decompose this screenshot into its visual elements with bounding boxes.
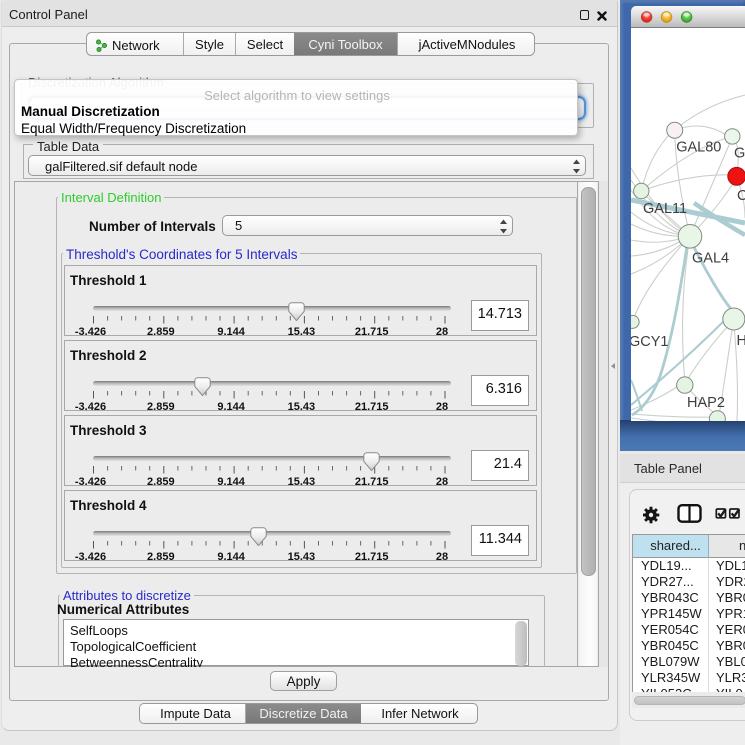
svg-text:GA: GA [734,146,745,162]
svg-text:GCY1: GCY1 [631,334,669,350]
svg-text:H: H [737,333,745,349]
svg-text:GAL11: GAL11 [643,201,687,217]
svg-text:HAP2: HAP2 [687,395,725,411]
svg-text:GAL80: GAL80 [676,140,721,156]
svg-text:C: C [737,188,745,204]
svg-text:GAL4: GAL4 [692,251,729,267]
